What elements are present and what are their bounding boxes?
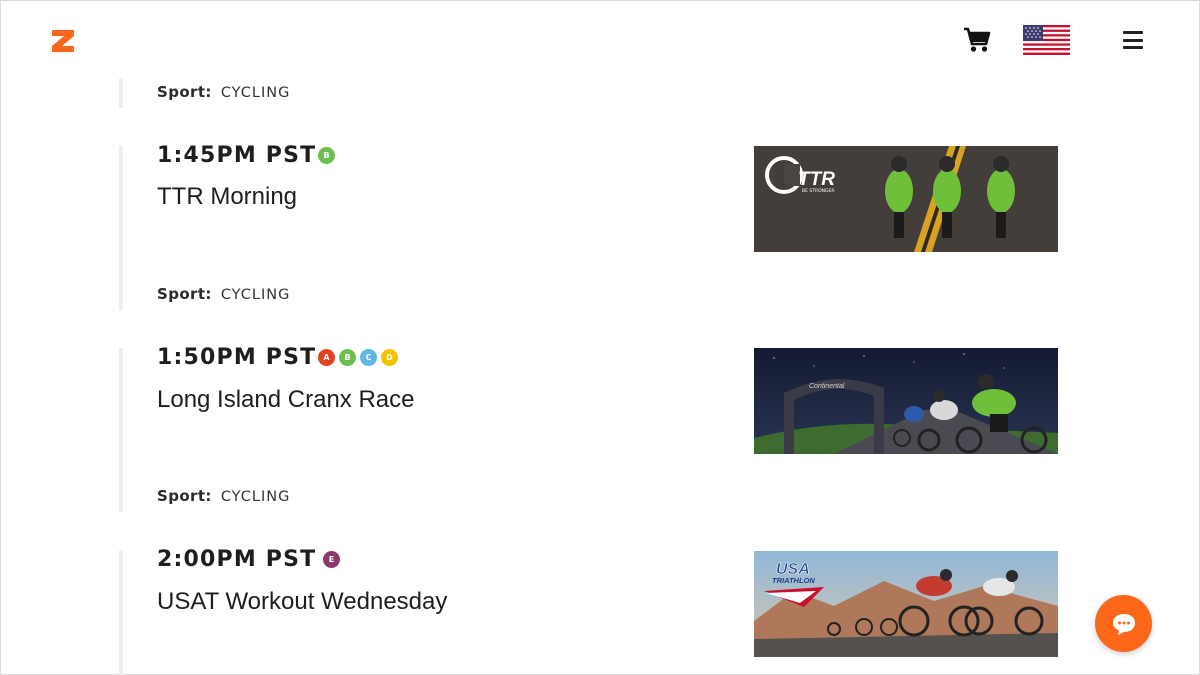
event-rail <box>119 146 123 310</box>
hamburger-menu-icon[interactable] <box>1123 31 1143 49</box>
sport-value: CYCLING <box>220 489 291 505</box>
event-time: 2:00PM PST <box>157 547 317 572</box>
category-badge: E <box>323 551 340 568</box>
event-thumbnail[interactable]: USA TRIATHLON <box>754 551 1058 657</box>
thumbnail-tagline: BE STRONGER <box>802 188 834 194</box>
event-sport: Sport: CYCLING <box>157 285 290 303</box>
sport-value: CYCLING <box>220 85 291 101</box>
sport-key: Sport: <box>157 285 212 303</box>
thumbnail-logo-subtext: TRIATHLON <box>772 576 815 585</box>
sport-key: Sport: <box>157 83 212 101</box>
event-categories: B <box>318 147 335 164</box>
event-rail <box>119 348 123 512</box>
event-categories: E <box>323 551 340 568</box>
category-badge: B <box>339 349 356 366</box>
event-categories: A B C D <box>318 349 398 366</box>
event-time: 1:50PM PST <box>157 345 317 370</box>
event-title[interactable]: Long Island Cranx Race <box>157 386 414 414</box>
category-badge: D <box>381 349 398 366</box>
chat-bubble-icon <box>1112 613 1135 635</box>
event-thumbnail[interactable]: TTR BE STRONGER <box>754 146 1058 252</box>
event-sport: Sport: CYCLING <box>157 83 290 101</box>
thumbnail-logo-text: TTR <box>798 169 835 190</box>
us-flag-icon[interactable] <box>1023 25 1070 55</box>
chat-button[interactable] <box>1095 595 1152 652</box>
event-sport: Sport: CYCLING <box>157 487 290 505</box>
category-badge: C <box>360 349 377 366</box>
event-title[interactable]: USAT Workout Wednesday <box>157 588 447 616</box>
category-badge: B <box>318 147 335 164</box>
category-badge: A <box>318 349 335 366</box>
sport-key: Sport: <box>157 487 212 505</box>
event-title[interactable]: TTR Morning <box>157 183 297 211</box>
event-thumbnail[interactable]: Continental <box>754 348 1058 454</box>
zwift-logo-icon[interactable] <box>50 28 76 54</box>
cart-icon[interactable] <box>963 27 991 53</box>
thumbnail-banner-text: Continental <box>809 383 845 390</box>
event-time: 1:45PM PST <box>157 143 317 168</box>
sport-value: CYCLING <box>220 287 291 303</box>
event-rail <box>119 550 123 675</box>
event-rail <box>119 78 123 108</box>
